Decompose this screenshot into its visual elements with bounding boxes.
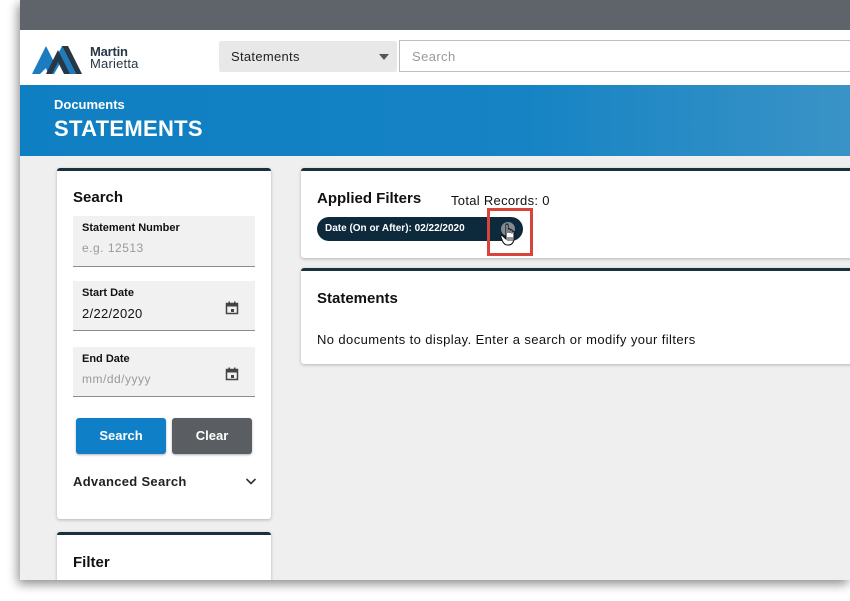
global-search-box[interactable]: [399, 40, 850, 72]
start-date-value: 2/22/2020: [82, 306, 143, 321]
site-header: Martin Marietta Statements: [20, 30, 850, 85]
end-date-label: End Date: [82, 353, 130, 365]
start-date-field[interactable]: Start Date 2/22/2020: [73, 281, 255, 331]
end-date-placeholder: mm/dd/yyyy: [82, 372, 152, 386]
hand-pointer-icon: [500, 223, 515, 246]
brand-wordmark: Martin Marietta: [90, 45, 139, 71]
end-date-field[interactable]: End Date mm/dd/yyyy: [73, 347, 255, 397]
filter-panel-title: Filter: [73, 554, 110, 571]
page-banner: Documents STATEMENTS: [20, 85, 850, 156]
document-type-value: Statements: [231, 49, 300, 64]
global-search-input[interactable]: [400, 41, 814, 71]
applied-filters-panel: Applied Filters Total Records: 0 Date (O…: [301, 168, 850, 258]
calendar-icon[interactable]: [225, 301, 239, 315]
app-window: Martin Marietta Statements Documents STA…: [20, 0, 850, 580]
advanced-search-toggle[interactable]: Advanced Search: [73, 474, 187, 489]
breadcrumb[interactable]: Documents: [54, 97, 125, 112]
statements-panel: Statements No documents to display. Ente…: [301, 268, 850, 364]
applied-filters-title: Applied Filters: [317, 190, 422, 207]
brand-logo[interactable]: Martin Marietta: [32, 40, 152, 76]
chevron-down-icon[interactable]: [245, 476, 257, 486]
document-type-select[interactable]: Statements: [219, 41, 397, 72]
caret-down-icon: [379, 54, 389, 60]
filter-panel: Filter: [57, 532, 271, 580]
page-title: STATEMENTS: [54, 116, 203, 141]
total-records: Total Records: 0: [451, 193, 550, 208]
search-panel-title: Search: [73, 189, 124, 206]
statement-number-label: Statement Number: [82, 222, 180, 234]
clear-button[interactable]: Clear: [172, 418, 252, 454]
brand-line2: Marietta: [90, 56, 139, 71]
filter-chip-label: Date (On or After): 02/22/2020: [325, 223, 465, 234]
statements-title: Statements: [317, 290, 398, 307]
search-panel: Search Statement Number e.g. 12513 Start…: [57, 168, 271, 519]
search-button[interactable]: Search: [76, 418, 166, 454]
calendar-icon[interactable]: [225, 367, 239, 381]
mountain-logo-icon: [32, 46, 82, 74]
statement-number-field[interactable]: Statement Number e.g. 12513: [73, 216, 255, 267]
top-bar: [20, 0, 850, 30]
statement-number-placeholder: e.g. 12513: [82, 241, 144, 255]
start-date-label: Start Date: [82, 287, 134, 299]
empty-state-message: No documents to display. Enter a search …: [317, 332, 696, 347]
